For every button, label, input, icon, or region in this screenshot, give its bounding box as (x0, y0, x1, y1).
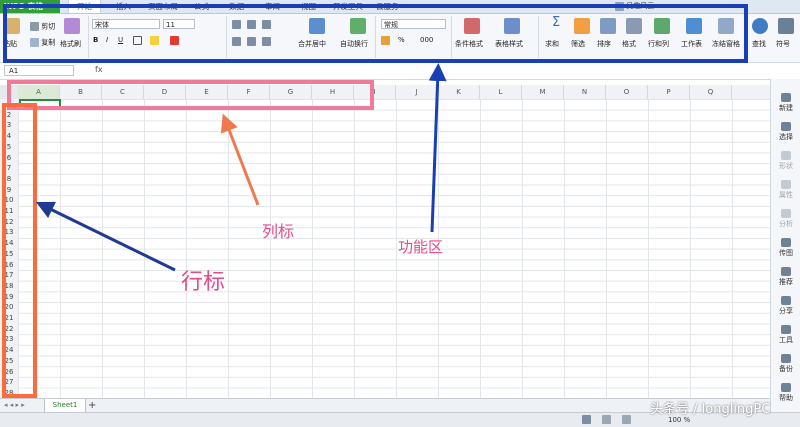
column-header-o[interactable]: O (606, 85, 648, 99)
symbol-button[interactable]: 符号 (776, 40, 790, 49)
right-pane-item[interactable]: 推荐 (771, 267, 800, 287)
pane-icon (781, 93, 791, 102)
right-pane-item[interactable]: 备份 (771, 354, 800, 374)
right-pane-label: 选择 (779, 133, 793, 141)
right-pane-label: 分享 (779, 307, 793, 315)
right-pane-item[interactable]: 选择 (771, 122, 800, 142)
right-pane-item[interactable]: 传图 (771, 238, 800, 258)
sheet-nav-arrows[interactable]: ◂ ◂ ▸ ▸ (4, 399, 25, 412)
pane-icon (781, 122, 791, 131)
row-header-highlight-box (2, 103, 37, 398)
right-pane-item[interactable]: 新建 (771, 93, 800, 113)
page-break-icon[interactable] (622, 415, 631, 424)
ribbon-highlight-box (3, 4, 748, 63)
right-pane-label: 新建 (779, 104, 793, 112)
column-header-k[interactable]: K (438, 85, 480, 99)
column-header-highlight-box (7, 80, 374, 110)
normal-view-icon[interactable] (582, 415, 591, 424)
right-pane-label: 帮助 (779, 394, 793, 402)
right-pane-item[interactable]: 工具 (771, 325, 800, 345)
right-pane-label: 推荐 (779, 278, 793, 286)
right-pane-label: 传图 (779, 249, 793, 257)
pane-icon (781, 296, 791, 305)
right-pane-item[interactable]: 帮助 (771, 383, 800, 403)
cell-area[interactable] (18, 99, 770, 398)
pane-icon (781, 325, 791, 334)
right-pane-label: 备份 (779, 365, 793, 373)
right-task-pane: 新建选择形状属性分析传图推荐分享工具备份帮助 (770, 79, 800, 412)
pane-icon (781, 238, 791, 247)
pane-icon (781, 267, 791, 276)
column-header-q[interactable]: Q (690, 85, 732, 99)
column-header-m[interactable]: M (522, 85, 564, 99)
right-pane-item[interactable]: 分析 (771, 209, 800, 229)
right-pane-label: 分析 (779, 220, 793, 228)
column-header-n[interactable]: N (564, 85, 606, 99)
watermark-text: 头条号 / longlingPC (650, 402, 771, 417)
right-pane-item[interactable]: 属性 (771, 180, 800, 200)
right-pane-label: 属性 (779, 191, 793, 199)
fx-button[interactable]: fx (95, 65, 103, 74)
symbol-icon[interactable] (778, 18, 794, 34)
pane-icon (781, 354, 791, 363)
sheet-tab-sheet1[interactable]: Sheet1 (44, 399, 86, 413)
right-pane-item[interactable]: 形状 (771, 151, 800, 171)
pane-icon (781, 180, 791, 189)
page-layout-icon[interactable] (602, 415, 611, 424)
find-icon[interactable] (752, 18, 768, 34)
right-pane-item[interactable]: 分享 (771, 296, 800, 316)
column-header-j[interactable]: J (396, 85, 438, 99)
pane-icon (781, 209, 791, 218)
column-header-annotation: 列标 (262, 222, 295, 241)
right-pane-label: 工具 (779, 336, 793, 344)
name-box[interactable]: A1 (4, 65, 74, 76)
row-header-annotation: 行标 (181, 270, 226, 295)
column-header-l[interactable]: L (480, 85, 522, 99)
spreadsheet-grid: ABCDEFGHIJKLMNOPQ 1 2 3 4 5 6 7 8 9 10 11 12 13 14 15 1… (0, 85, 770, 398)
pane-icon (781, 383, 791, 392)
right-pane-label: 形状 (779, 162, 793, 170)
pane-icon (781, 151, 791, 160)
column-header-p[interactable]: P (648, 85, 690, 99)
find-button[interactable]: 查找 (752, 40, 766, 49)
formula-bar: A1 fx (0, 63, 770, 80)
ribbon-annotation: 功能区 (398, 238, 444, 256)
add-sheet-button[interactable]: + (88, 399, 96, 412)
